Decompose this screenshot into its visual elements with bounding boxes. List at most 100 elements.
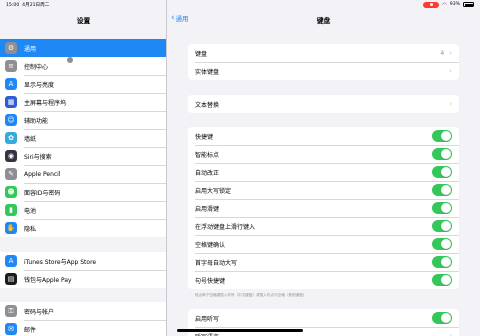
settings-row[interactable]: 实体键盘 › (188, 62, 459, 80)
toggle-switch[interactable] (432, 202, 452, 214)
sidebar-item[interactable]: ⚙ 通用 (0, 39, 166, 57)
sidebar-item[interactable]: ▮ 电池 (0, 201, 166, 219)
toggle-switch[interactable] (432, 238, 452, 250)
page-title: 键盘 (316, 17, 331, 25)
chevron-right-icon: › (449, 49, 452, 57)
sidebar-item[interactable]: ✿ 墙纸 (0, 129, 166, 147)
sidebar-item[interactable]: ☺ 辅助功能 (0, 111, 166, 129)
sidebar-group-store: AiTunes Store与App Store ▤ 钱包与Apple Pay (0, 252, 166, 288)
pencil-icon: ✎ (5, 168, 17, 180)
battery-percent: 93% (449, 2, 460, 7)
settings-row[interactable]: 首字母自动大写 (188, 253, 459, 271)
toggle-switch[interactable] (432, 184, 452, 196)
siri-icon: ◉ (5, 150, 17, 162)
toggle-switch[interactable] (432, 312, 452, 324)
chevron-right-icon: › (449, 100, 452, 108)
sidebar-item-label: 通用 (24, 45, 37, 53)
sidebar-item-label: 墙纸 (24, 135, 37, 143)
sidebar-item-label: 邮件 (24, 326, 37, 334)
toggle-switch[interactable] (432, 220, 452, 232)
row-label: 空格键确认 (195, 241, 226, 249)
toggle-switch[interactable] (432, 130, 452, 142)
sidebar-item-label: 密码与帐户 (24, 308, 55, 316)
sidebar-item-label: 面容ID与密码 (24, 189, 61, 197)
row-label: 智能标点 (195, 151, 220, 159)
row-label: 文本替换 (195, 101, 220, 109)
home-indicator[interactable] (177, 329, 303, 332)
sidebar-item-label: 控制中心 (24, 63, 49, 71)
sidebar-title: 设置 (76, 17, 91, 25)
accessibility-icon: ☺ (5, 114, 17, 126)
row-label: 听写语言 (195, 332, 444, 336)
sidebar-item[interactable]: ▦ 主屏幕与程序坞 (0, 93, 166, 111)
settings-row[interactable]: 自动改正 (188, 163, 459, 181)
app-store-icon: A (5, 255, 17, 267)
dictation-section: 启用听写听写语言 › (188, 309, 459, 336)
row-label: 启用大写锁定 (195, 187, 232, 195)
wallpaper-icon: ✿ (5, 132, 17, 144)
settings-row[interactable]: 启用滑键 (188, 199, 459, 217)
status-time: 15:00 4月21日周二 (6, 3, 50, 8)
sidebar-item-label: 显示与亮度 (24, 81, 55, 89)
sidebar-item[interactable]: ⚿ 密码与帐户 (0, 302, 166, 320)
wallet-icon: ▤ (5, 273, 17, 285)
sidebar-item[interactable]: AiTunes Store与App Store (0, 252, 166, 270)
row-label: 在浮动键盘上滑行键入 (195, 223, 256, 231)
row-label: 实体键盘 (195, 68, 220, 76)
sidebar-item-label: Siri与搜索 (24, 153, 52, 161)
settings-row[interactable]: 快捷键 (188, 127, 459, 145)
sidebar-item[interactable]: ✎ Apple Pencil (0, 165, 166, 183)
pointer-cursor (67, 57, 73, 63)
status-bar: 15:00 4月21日周二 ◠ 93% (0, 0, 480, 9)
settings-row[interactable]: 智能标点 (188, 145, 459, 163)
sidebar-item[interactable]: ≡ 控制中心 (0, 57, 166, 75)
toggle-switch[interactable] (432, 274, 452, 286)
home-screen-icon: ▦ (5, 96, 17, 108)
row-label: 启用滑键 (195, 205, 220, 213)
sidebar-item[interactable]: ▤ 钱包与Apple Pay (0, 270, 166, 288)
display-brightness-icon: A (5, 78, 17, 90)
settings-row[interactable]: 键盘 4 › (188, 44, 459, 62)
settings-row[interactable]: 句号快捷键 (188, 271, 459, 289)
row-label: 键盘 (195, 50, 208, 58)
sidebar-item[interactable]: ✋ 隐私 (0, 219, 166, 237)
status-right: ◠ 93% (423, 1, 474, 8)
control-center-icon: ≡ (5, 60, 17, 72)
toggle-switch[interactable] (432, 256, 452, 268)
sidebar-item[interactable]: ◉ Siri与搜索 (0, 147, 166, 165)
settings-row[interactable]: 在浮动键盘上滑行键入 (188, 217, 459, 235)
toggle-switch[interactable] (432, 148, 452, 160)
key-icon: ⚿ (5, 305, 17, 317)
sidebar-item-label: 隐私 (24, 225, 37, 233)
sidebar-item-label: iTunes Store与App Store (24, 258, 97, 266)
settings-row[interactable]: 启用大写锁定 (188, 181, 459, 199)
row-label: 句号快捷键 (195, 277, 226, 285)
keyboards-section: 键盘 4 › 实体键盘 › (188, 44, 459, 80)
chevron-right-icon: › (449, 67, 452, 75)
sidebar-item-label: 钱包与Apple Pay (24, 276, 72, 284)
sidebar-item[interactable]: ✉ 邮件 (0, 320, 166, 336)
recording-indicator-icon (423, 1, 440, 8)
row-label: 启用听写 (195, 315, 220, 323)
gear-icon: ⚙ (5, 42, 17, 54)
privacy-hand-icon: ✋ (5, 222, 17, 234)
settings-row[interactable]: 空格键确认 (188, 235, 459, 253)
keyboard-toggles-section: 快捷键智能标点自动改正启用大写锁定 启用滑键在浮动键盘上滑行键入 空格键确认首字母自… (188, 127, 459, 289)
sidebar-item-label: 电池 (24, 207, 37, 215)
row-label: 自动改正 (195, 169, 220, 177)
sidebar-item-label: 主屏幕与程序坞 (24, 99, 67, 107)
row-value: 4 (440, 49, 445, 57)
battery-icon: ▮ (5, 204, 17, 216)
settings-row[interactable]: 文本替换 › (188, 95, 459, 113)
toggle-switch[interactable] (432, 166, 452, 178)
battery-icon (463, 2, 474, 7)
chevron-right-icon: › (449, 332, 452, 336)
sidebar-item[interactable]: ☻ 面容ID与密码 (0, 183, 166, 201)
sidebar-group-accounts: ⚿ 密码与帐户 ✉ 邮件 (0, 302, 166, 336)
wifi-icon: ◠ (442, 1, 447, 8)
sidebar-item-label: 辅助功能 (24, 117, 49, 125)
sidebar-item[interactable]: A 显示与亮度 (0, 75, 166, 93)
row-label: 首字母自动大写 (195, 259, 238, 267)
keyboard-settings-pane: ‹ 通用 键盘 键盘 4 › 实体键盘 › 文本替换 › 快捷键 智能标点 自动改正 启用大写锁… (167, 0, 480, 336)
settings-row[interactable]: 启用听写 (188, 309, 459, 327)
